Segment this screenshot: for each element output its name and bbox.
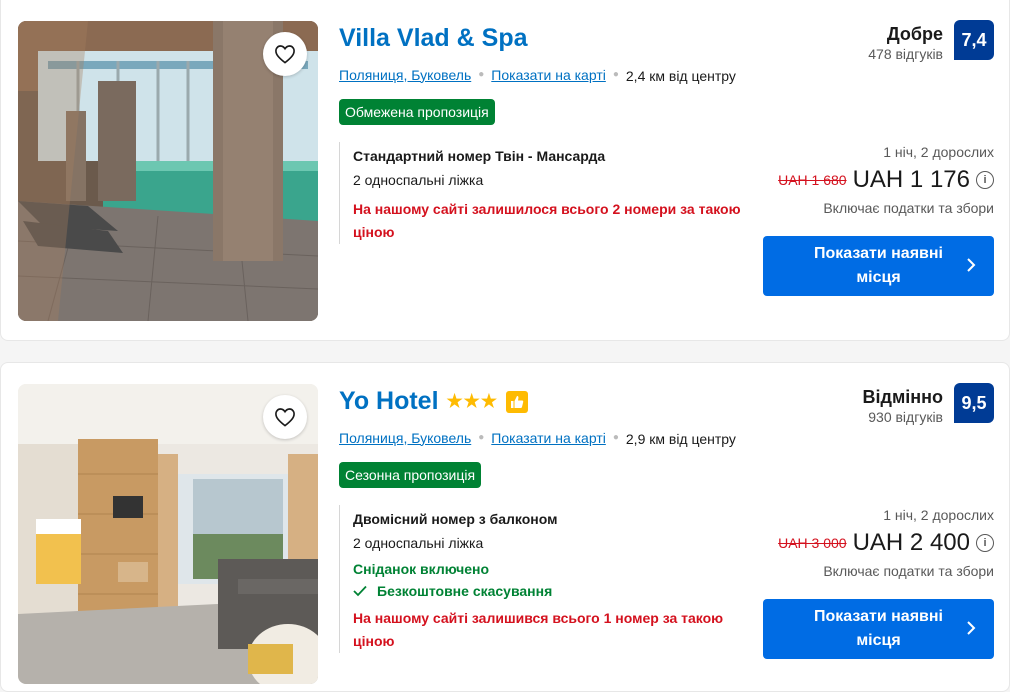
stay-info: 1 ніч, 2 дорослих xyxy=(883,144,994,160)
deal-badge: Обмежена пропозиція xyxy=(339,99,495,125)
room-name: Стандартний номер Твін - Мансарда xyxy=(353,148,606,164)
property-photo[interactable] xyxy=(18,384,318,684)
stay-info: 1 ніч, 2 дорослих xyxy=(883,507,994,523)
taxes-note: Включає податки та збори xyxy=(823,563,994,579)
bed-info: 2 односпальні ліжка xyxy=(353,535,484,551)
breakfast-included: Сніданок включено xyxy=(353,561,490,577)
separator-dot: ● xyxy=(478,69,485,80)
original-price: UAH 1 680 xyxy=(778,172,847,188)
score-label: Відмінно xyxy=(862,387,943,407)
see-availability-label: Показати наявні місця xyxy=(814,608,943,649)
star-rating: ★★★ xyxy=(446,391,498,411)
property-photo[interactable] xyxy=(18,21,318,321)
current-price: UAH 2 400 xyxy=(852,529,970,556)
info-icon[interactable]: i xyxy=(976,171,994,189)
deal-badge: Сезонна пропозиція xyxy=(339,462,482,488)
separator-dot: ● xyxy=(612,69,619,80)
bed-info: 2 односпальні ліжка xyxy=(353,172,484,188)
separator-dot: ● xyxy=(478,432,485,443)
location-row: Поляниця, Буковель ● Показати на карті ●… xyxy=(339,65,736,85)
chevron-right-icon xyxy=(967,258,976,272)
room-details: Двомісний номер з балконом 2 односпальні… xyxy=(339,505,743,653)
free-cancellation-text: Безкоштовне скасування xyxy=(377,583,553,599)
room-details: Стандартний номер Твін - Мансарда 2 одно… xyxy=(339,142,743,244)
see-availability-button[interactable]: Показати наявні місця xyxy=(763,599,994,659)
property-name[interactable]: Yo Hotel ★★★ xyxy=(339,387,528,416)
original-price: UAH 3 000 xyxy=(778,535,847,551)
review-count: 478 відгуків xyxy=(868,46,943,62)
property-name-text[interactable]: Yo Hotel xyxy=(339,387,439,416)
save-favorite-button[interactable] xyxy=(263,32,307,76)
price-block: 1 ніч, 2 дорослих UAH 3 000 UAH 2 400 i … xyxy=(778,507,994,579)
free-cancellation: Безкоштовне скасування xyxy=(353,583,743,599)
property-card: Villa Vlad & Spa Поляниця, Буковель ● По… xyxy=(0,0,1010,341)
see-availability-button[interactable]: Показати наявні місця xyxy=(763,236,994,296)
scarcity-message: На нашому сайті залишився всього 1 номер… xyxy=(353,610,724,649)
thumbs-up-icon[interactable] xyxy=(505,390,528,413)
location-link[interactable]: Поляниця, Буковель xyxy=(339,430,471,446)
see-availability-label: Показати наявні місця xyxy=(814,245,943,286)
checkmark-icon xyxy=(353,585,367,597)
separator-dot: ● xyxy=(612,432,619,443)
location-row: Поляниця, Буковель ● Показати на карті ●… xyxy=(339,428,736,448)
score-label: Добре xyxy=(886,24,943,44)
price-row: UAH 1 680 UAH 1 176 i xyxy=(778,166,994,194)
distance-text: 2,9 км від центру xyxy=(625,431,736,447)
heart-icon xyxy=(275,45,295,64)
price-block: 1 ніч, 2 дорослих UAH 1 680 UAH 1 176 i … xyxy=(778,144,994,216)
property-card: Yo Hotel ★★★ Поляниця, Буковель ● Показа… xyxy=(0,362,1010,692)
heart-icon xyxy=(275,408,295,427)
show-on-map-link[interactable]: Показати на карті xyxy=(491,430,606,446)
info-icon[interactable]: i xyxy=(976,534,994,552)
review-summary[interactable]: Відмінно 930 відгуків xyxy=(863,387,943,425)
price-row: UAH 3 000 UAH 2 400 i xyxy=(778,529,994,557)
review-count: 930 відгуків xyxy=(868,409,943,425)
show-on-map-link[interactable]: Показати на карті xyxy=(491,67,606,83)
distance-text: 2,4 км від центру xyxy=(625,68,736,84)
review-summary[interactable]: Добре 478 відгуків xyxy=(868,24,943,62)
taxes-note: Включає податки та збори xyxy=(823,200,994,216)
review-score-badge[interactable]: 7,4 xyxy=(954,20,994,60)
location-link[interactable]: Поляниця, Буковель xyxy=(339,67,471,83)
save-favorite-button[interactable] xyxy=(263,395,307,439)
property-name-text[interactable]: Villa Vlad & Spa xyxy=(339,24,528,53)
scarcity-message: На нашому сайті залишилося всього 2 номе… xyxy=(353,201,741,240)
chevron-right-icon xyxy=(967,621,976,635)
room-name: Двомісний номер з балконом xyxy=(353,511,558,527)
property-name[interactable]: Villa Vlad & Spa xyxy=(339,24,528,53)
current-price: UAH 1 176 xyxy=(852,166,970,193)
review-score-badge[interactable]: 9,5 xyxy=(954,383,994,423)
